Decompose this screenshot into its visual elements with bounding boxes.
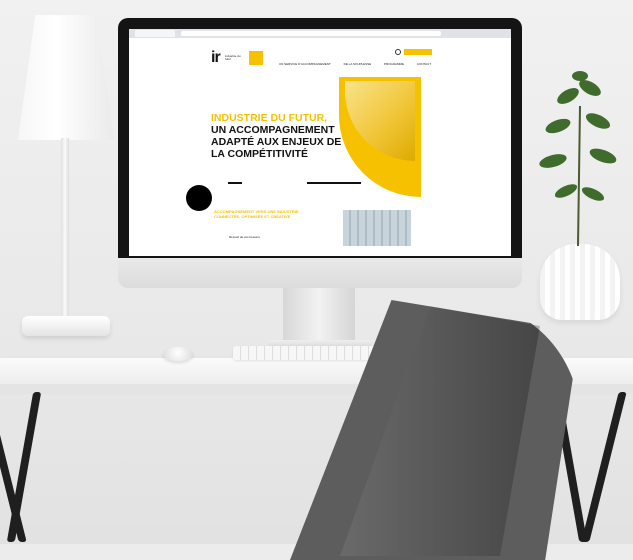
nav-item-programme[interactable]: PROGRAMME: [384, 62, 404, 66]
browser-toolbar: [129, 29, 511, 38]
monitor-chin: [118, 258, 522, 288]
hero-title-line4: LA COMPÉTITIVITÉ: [211, 148, 309, 160]
address-bar[interactable]: [181, 31, 441, 36]
main-nav: UN SERVICE D'ACCOMPAGNEMENT DE LA SOUPLE…: [279, 62, 443, 66]
plant-vase: [540, 244, 620, 320]
monitor-stand: [283, 288, 355, 344]
plant-icon: [539, 71, 617, 246]
hero-title: INDUSTRIE DU FUTUR, UN ACCOMPAGNEMENT AD…: [211, 112, 341, 160]
browser-tab[interactable]: [135, 30, 175, 37]
slider-indicator-short[interactable]: [228, 182, 242, 184]
hero-title-line3: ADAPTÉ AUX ENJEUX DE: [211, 136, 342, 148]
contact-button[interactable]: [404, 49, 432, 55]
list-item: Recueil de vos besoins: [229, 235, 260, 239]
partner-logo: [249, 51, 263, 65]
site-logo[interactable]: ir: [211, 49, 221, 67]
nav-item-souplesse[interactable]: DE LA SOUPLESSE: [344, 62, 372, 66]
mouse: [163, 347, 193, 361]
slider-indicator-long[interactable]: [307, 182, 361, 184]
nav-item-contact[interactable]: CONTACT: [417, 62, 431, 66]
search-icon[interactable]: [395, 49, 401, 55]
hero-title-line2: UN ACCOMPAGNEMENT: [211, 124, 335, 136]
section-photo: [343, 210, 411, 246]
section-subheading: ACCOMPAGNEMENT VERS UNE INDUSTRIE CONNEC…: [214, 209, 299, 219]
nav-item-accompagnement[interactable]: UN SERVICE D'ACCOMPAGNEMENT: [279, 62, 331, 66]
site-logo-text: industrie du futur: [225, 54, 241, 61]
decorative-black-circle: [186, 185, 212, 211]
monitor-screen: ir industrie du futur UN SERVICE D'ACCOM…: [129, 29, 511, 256]
hero-title-line1: INDUSTRIE DU FUTUR,: [211, 112, 328, 124]
lamp-pole: [61, 138, 69, 328]
lamp-base: [22, 316, 110, 336]
